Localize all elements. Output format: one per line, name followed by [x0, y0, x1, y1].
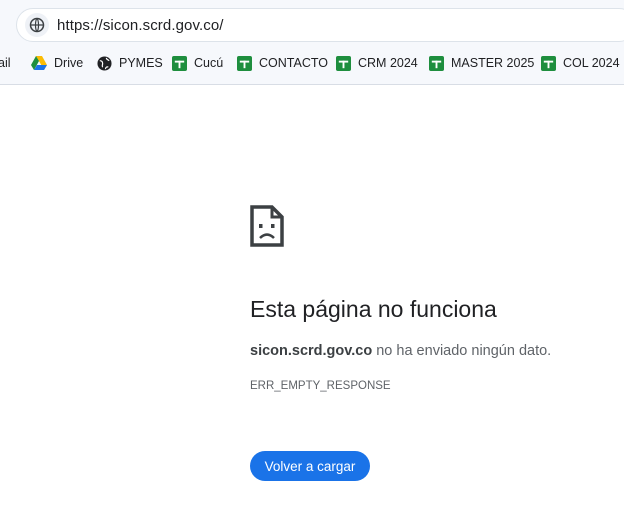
google-sheets-icon	[237, 55, 252, 71]
bookmark-gmail[interactable]: ail	[0, 52, 11, 74]
google-drive-icon	[31, 56, 47, 70]
address-bar[interactable]: https://sicon.scrd.gov.co/	[16, 8, 624, 42]
error-code: ERR_EMPTY_RESPONSE	[250, 380, 391, 392]
bookmark-master-2025[interactable]: MASTER 2025	[429, 52, 534, 74]
google-sheets-icon	[429, 55, 444, 71]
bookmark-label: CRM 2024	[358, 56, 418, 70]
bookmark-label: Cucú	[194, 56, 224, 70]
bookmark-cucu[interactable]: Cucú	[172, 52, 223, 74]
bookmark-drive[interactable]: Drive	[31, 52, 83, 74]
sad-page-icon	[250, 205, 284, 252]
bookmark-label: CONTACTO	[259, 56, 328, 70]
error-message: no ha enviado ningún dato.	[372, 343, 552, 359]
reload-button[interactable]: Volver a cargar	[250, 451, 370, 481]
bookmark-label: COL 2024	[563, 56, 620, 70]
bookmark-label: MASTER 2025	[451, 56, 535, 70]
browser-toolbar: https://sicon.scrd.gov.co/ ail Drive PYM…	[0, 0, 624, 85]
url-text: https://sicon.scrd.gov.co/	[57, 17, 224, 34]
bookmarks-bar: ail Drive PYMES Cucú CONTACTO CRM 2024 M…	[0, 52, 624, 74]
error-host: sicon.scrd.gov.co	[250, 343, 373, 359]
bookmark-col-2024[interactable]: COL 2024	[541, 52, 620, 74]
error-title: Esta página no funciona	[250, 296, 497, 322]
google-sheets-icon	[336, 55, 351, 71]
bookmark-label: PYMES	[119, 56, 163, 70]
bookmark-contacto[interactable]: CONTACTO	[237, 52, 328, 74]
error-description: sicon.scrd.gov.co no ha enviado ningún d…	[250, 343, 551, 359]
bookmark-label: ail	[0, 56, 11, 70]
google-sheets-icon	[172, 55, 187, 71]
google-sheets-icon	[541, 55, 556, 71]
bookmark-pymes[interactable]: PYMES	[97, 52, 163, 74]
site-info-icon[interactable]	[25, 13, 49, 37]
bookmark-label: Drive	[54, 56, 84, 70]
bookmark-crm-2024[interactable]: CRM 2024	[336, 52, 418, 74]
globe-icon	[97, 55, 112, 71]
